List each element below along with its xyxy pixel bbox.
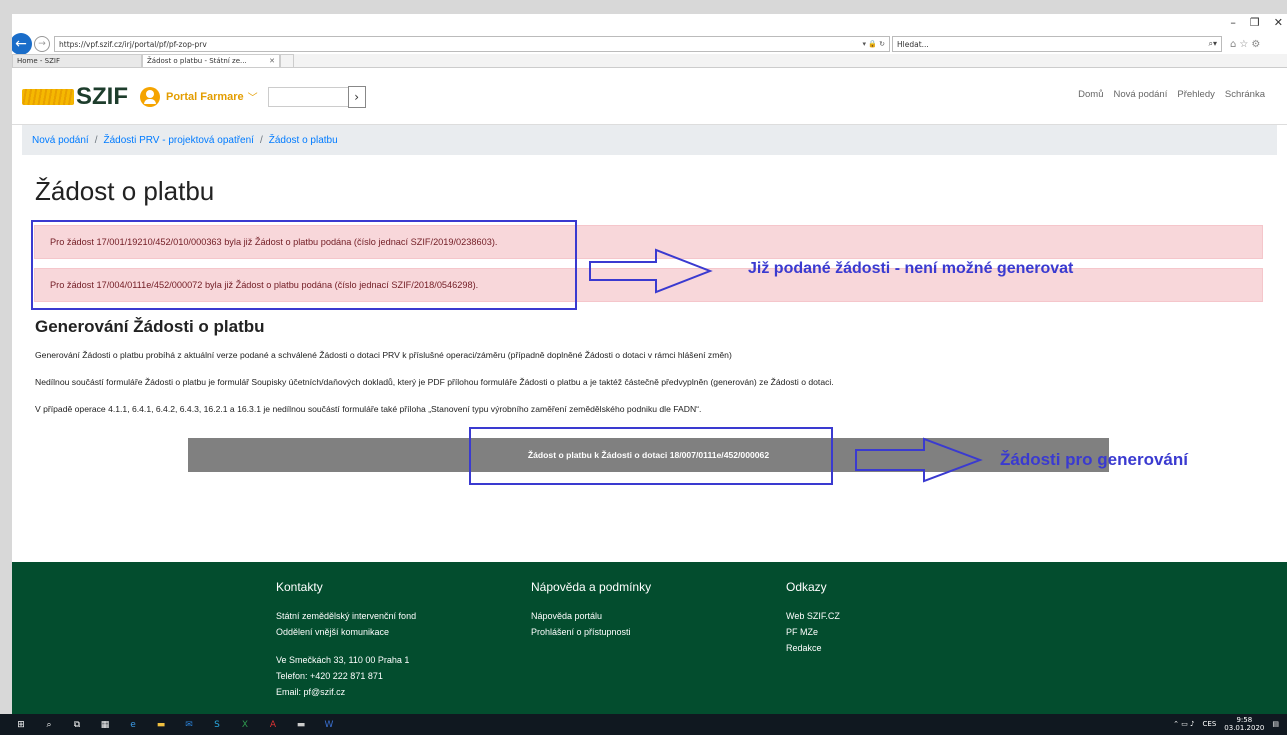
footer-text: Telefon: +420 222 871 871: [276, 671, 383, 681]
annotation-box: [31, 220, 577, 310]
annotation-box: [469, 427, 833, 485]
user-icon: [140, 86, 160, 107]
footer-contacts: Kontakty Státní zemědělský intervenční f…: [276, 580, 416, 700]
skype-icon[interactable]: S: [210, 719, 224, 731]
window-controls: – ❐ ✕: [1230, 16, 1283, 29]
footer-text: Státní zemědělský intervenční fond: [276, 611, 417, 621]
header-go-button[interactable]: ›: [347, 85, 366, 108]
restore-icon[interactable]: ❐: [1250, 16, 1260, 29]
ie-icon[interactable]: e: [126, 719, 140, 731]
footer-heading: Kontakty: [276, 580, 323, 594]
breadcrumb-separator: /: [94, 134, 98, 146]
annotation-submitted: Již podané žádosti - není možné generova…: [748, 260, 1074, 277]
nav-prehledy[interactable]: Přehledy: [1177, 89, 1215, 100]
excel-icon[interactable]: X: [238, 719, 252, 731]
close-tab-icon[interactable]: ✕: [269, 57, 275, 65]
pdf-icon[interactable]: A: [266, 719, 280, 731]
word-icon[interactable]: W: [322, 719, 336, 731]
footer-link[interactable]: Redakce: [786, 640, 840, 656]
lock-icon[interactable]: ▾ 🔒 ↻: [862, 40, 885, 48]
info-paragraph: V případě operace 4.1.1, 6.4.1, 6.4.2, 6…: [35, 404, 702, 414]
search-box[interactable]: Hledat... ⌕▾: [892, 36, 1222, 52]
back-button[interactable]: ←: [12, 33, 32, 55]
start-icon[interactable]: ⊞: [14, 719, 28, 731]
annotation-arrow-icon: [855, 437, 983, 483]
footer-text: Ve Smečkách 33, 110 00 Praha 1: [276, 655, 410, 665]
chevron-down-icon[interactable]: ﹀: [248, 89, 258, 104]
annotation-arrow-icon: [589, 248, 713, 294]
toolbar-icons[interactable]: ⌂☆⚙: [1230, 39, 1263, 50]
tab-label: Home - SZIF: [17, 57, 60, 65]
minimize-icon[interactable]: –: [1230, 16, 1236, 29]
clock[interactable]: 9:58 03.01.2020: [1224, 716, 1264, 732]
section-title: Generování Žádosti o platbu: [35, 317, 265, 336]
breadcrumb-item[interactable]: Žádost o platbu: [269, 135, 338, 146]
address-bar[interactable]: https://vpf.szif.cz/irj/portal/pf/pf-zop…: [54, 36, 890, 52]
language-indicator[interactable]: CES: [1203, 720, 1217, 728]
footer-text: Oddělení vnější komunikace: [276, 627, 390, 637]
calculator-icon[interactable]: ▦: [98, 719, 112, 731]
footer-heading: Odkazy: [786, 580, 827, 594]
nav-schranka[interactable]: Schránka: [1225, 89, 1265, 100]
search-placeholder: Hledat...: [897, 39, 929, 49]
explorer-icon[interactable]: ▬: [154, 719, 168, 731]
tab-home[interactable]: Home - SZIF: [12, 54, 142, 67]
footer-link[interactable]: Web SZIF.CZ: [786, 608, 840, 624]
taskbar: ⊞ ⌕ ⧉ ▦ e ▬ ✉ S X A ▬ W ⌃ ▭ ♪ CES 9:58 0…: [0, 714, 1287, 735]
close-icon[interactable]: ✕: [1274, 16, 1283, 29]
info-paragraph: Nedílnou součástí formuláře Žádosti o pl…: [35, 377, 834, 387]
portal-label[interactable]: Portal Farmare: [166, 91, 244, 103]
task-view-icon[interactable]: ⧉: [70, 719, 84, 731]
tab-strip: Home - SZIF Žádost o platbu - Státní ze.…: [12, 54, 1287, 68]
browser-window: – ❐ ✕ ← → https://vpf.szif.cz/irj/portal…: [12, 14, 1287, 714]
breadcrumb-separator: /: [259, 134, 263, 146]
footer-help: Nápověda a podmínky Nápověda portálu Pro…: [531, 580, 651, 640]
annotation-to-generate: Žádosti pro generování: [1000, 450, 1188, 469]
breadcrumb-item[interactable]: Žádosti PRV - projektová opatření: [104, 135, 254, 146]
footer-heading: Nápověda a podmínky: [531, 580, 652, 594]
logo-text[interactable]: SZIF: [76, 83, 128, 111]
tab-zadost[interactable]: Žádost o platbu - Státní ze... ✕: [142, 54, 280, 67]
site-footer: Kontakty Státní zemědělský intervenční f…: [12, 562, 1287, 714]
szif-logo-icon: [22, 88, 74, 105]
site-header: SZIF Portal Farmare ﹀ › Domů Nová podání…: [12, 69, 1287, 125]
search-icon[interactable]: ⌕: [42, 719, 56, 731]
address-row: ← → https://vpf.szif.cz/irj/portal/pf/pf…: [12, 33, 1287, 55]
breadcrumb-item[interactable]: Nová podání: [32, 135, 89, 146]
title-bar: – ❐ ✕: [12, 14, 1287, 34]
tray-icons[interactable]: ⌃ ▭ ♪: [1173, 720, 1194, 728]
app-icon[interactable]: ▬: [294, 719, 308, 731]
nav-domu[interactable]: Domů: [1078, 89, 1103, 100]
clock-time: 9:58: [1236, 716, 1253, 724]
tab-label: Žádost o platbu - Státní ze...: [147, 57, 247, 65]
notifications-icon[interactable]: ▤: [1272, 720, 1279, 728]
breadcrumb: Nová podání / Žádosti PRV - projektová o…: [22, 125, 1277, 155]
page-title: Žádost o platbu: [35, 176, 215, 206]
header-search-input[interactable]: [267, 86, 348, 107]
info-paragraph: Generování Žádosti o platbu probíhá z ak…: [35, 350, 732, 360]
system-tray: ⌃ ▭ ♪ CES 9:58 03.01.2020 ▤: [1173, 716, 1279, 732]
nav-nova-podani[interactable]: Nová podání: [1113, 89, 1167, 100]
url-text: https://vpf.szif.cz/irj/portal/pf/pf-zop…: [59, 39, 207, 49]
outlook-icon[interactable]: ✉: [182, 719, 196, 731]
footer-links: Odkazy Web SZIF.CZ PF MZe Redakce: [786, 580, 840, 656]
clock-date: 03.01.2020: [1224, 724, 1265, 732]
footer-link[interactable]: Prohlášení o přístupnosti: [531, 624, 651, 640]
footer-link[interactable]: PF MZe: [786, 624, 840, 640]
footer-text: Email: pf@szif.cz: [276, 687, 346, 697]
footer-link[interactable]: Nápověda portálu: [531, 608, 651, 624]
new-tab-button[interactable]: [280, 54, 294, 67]
top-nav: Domů Nová podání Přehledy Schránka: [1078, 89, 1265, 100]
search-icon[interactable]: ⌕▾: [1209, 39, 1218, 49]
forward-button[interactable]: →: [34, 36, 50, 52]
